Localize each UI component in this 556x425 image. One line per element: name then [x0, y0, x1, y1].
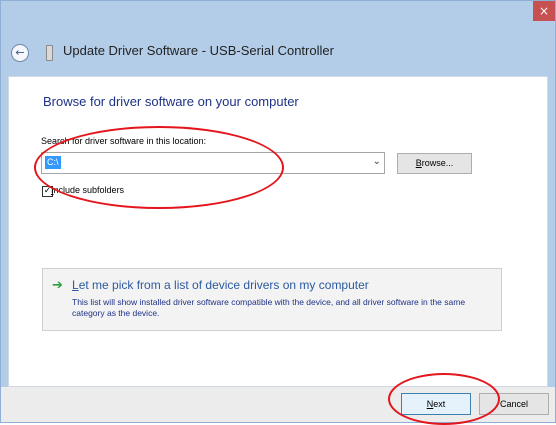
browse-label: rowse...	[421, 158, 454, 168]
pick-from-list-option[interactable]: ➔ Let me pick from a list of device driv…	[42, 268, 502, 331]
pick-option-title-text: et me pick from a list of device drivers…	[78, 278, 369, 292]
browse-button[interactable]: Browse...	[397, 153, 472, 174]
wizard-header: ← Update Driver Software - USB-Serial Co…	[1, 31, 555, 76]
annotation-ellipse-location	[34, 126, 284, 209]
dialog-window: × ← Update Driver Software - USB-Serial …	[0, 0, 556, 423]
annotation-ellipse-next	[388, 373, 500, 425]
close-button[interactable]: ×	[533, 1, 555, 21]
wizard-content: Browse for driver software on your compu…	[8, 76, 548, 387]
back-arrow-icon: ←	[15, 46, 25, 59]
chevron-down-icon[interactable]: ⌄	[373, 156, 381, 167]
back-button[interactable]: ←	[11, 44, 29, 62]
pick-access-key: L	[72, 278, 79, 292]
green-arrow-icon: ➔	[52, 278, 63, 293]
dialog-title: Update Driver Software - USB-Serial Cont…	[63, 43, 334, 58]
usb-device-icon	[46, 45, 53, 61]
close-icon: ×	[538, 4, 550, 18]
pick-option-title[interactable]: Let me pick from a list of device driver…	[72, 278, 369, 292]
title-bar: ×	[1, 1, 555, 31]
page-heading: Browse for driver software on your compu…	[43, 94, 299, 109]
pick-option-description: This list will show installed driver sof…	[72, 297, 466, 318]
